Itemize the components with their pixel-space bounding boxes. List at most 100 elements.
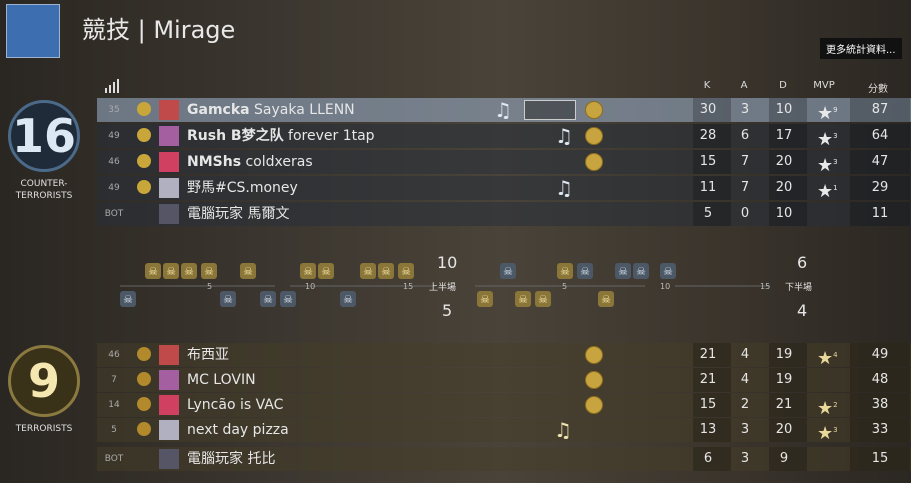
ct-logo-icon bbox=[6, 4, 60, 58]
stat-a: 3 bbox=[740, 451, 750, 466]
avatar[interactable] bbox=[159, 126, 179, 146]
player-name[interactable]: 布西亚 bbox=[187, 343, 229, 367]
round-win-icon: ☠ bbox=[201, 263, 217, 279]
stat-d: 20 bbox=[775, 154, 793, 169]
rank-badge-icon bbox=[137, 154, 151, 168]
rank-number: 14 bbox=[108, 400, 120, 410]
music-kit-icon: ♫ bbox=[555, 124, 573, 148]
round-win-icon: ☠ bbox=[557, 263, 573, 279]
tick-15-second: 15 bbox=[760, 282, 771, 291]
ct-score: 16 bbox=[8, 100, 80, 172]
stat-k: 15 bbox=[699, 397, 717, 412]
stat-d: 19 bbox=[775, 347, 793, 362]
player-name[interactable]: Rush B梦之队 forever 1tap bbox=[187, 124, 375, 148]
stat-score: 29 bbox=[871, 180, 889, 195]
rank-number: 49 bbox=[108, 131, 120, 141]
round-win-icon: ☠ bbox=[535, 291, 551, 307]
player-name[interactable]: MC LOVIN bbox=[187, 368, 256, 392]
player-name[interactable]: 電腦玩家 馬爾文 bbox=[187, 202, 289, 226]
player-name[interactable]: NMShs coldxeras bbox=[187, 150, 313, 174]
music-kit-icon: ♫ bbox=[494, 98, 512, 122]
player-name[interactable]: Lyncão is VAC bbox=[187, 393, 283, 417]
round-win-icon: ☠ bbox=[598, 291, 614, 307]
t-player-row[interactable]: 5 next day pizza 13 3 20 ★3 33 ♫ bbox=[97, 418, 911, 444]
tick-10: 10 bbox=[305, 282, 316, 291]
stat-k: 30 bbox=[699, 102, 717, 117]
music-kit-icon: ♫ bbox=[555, 176, 573, 200]
avatar[interactable] bbox=[159, 345, 179, 365]
stat-score: 49 bbox=[871, 347, 889, 362]
t-player-row[interactable]: 7 MC LOVIN 21 4 19 48 bbox=[97, 368, 911, 392]
stat-k: 21 bbox=[699, 347, 717, 362]
rank-number: 49 bbox=[108, 183, 120, 193]
first-half-ct-score: 10 bbox=[437, 253, 458, 272]
round-win-icon: ☠ bbox=[633, 263, 649, 279]
stat-score: 15 bbox=[871, 451, 889, 466]
rank-badge-icon bbox=[137, 128, 151, 142]
stat-d: 20 bbox=[775, 180, 793, 195]
avatar[interactable] bbox=[159, 449, 179, 469]
stat-a: 2 bbox=[740, 397, 750, 412]
col-score: 分數 bbox=[868, 84, 888, 95]
coin-icon bbox=[524, 100, 576, 120]
rank-badge-icon bbox=[137, 372, 151, 386]
round-win-icon: ☠ bbox=[318, 263, 334, 279]
round-timeline: 5 10 15 5 10 15 10 上半場 5 6 下半場 4 ☠ ☠ ☠ ☠ ☠ ☠ ☠… bbox=[115, 253, 835, 320]
ping-icon bbox=[104, 78, 120, 93]
ct-player-row[interactable]: 46 NMShs coldxeras 15 7 20 ★3 47 bbox=[97, 150, 911, 176]
avatar[interactable] bbox=[159, 178, 179, 198]
stat-a: 3 bbox=[740, 102, 750, 117]
stat-a: 7 bbox=[740, 154, 750, 169]
t-player-row[interactable]: 14 Lyncão is VAC 15 2 21 ★2 38 bbox=[97, 393, 911, 419]
avatar[interactable] bbox=[159, 420, 179, 440]
rank-number: 46 bbox=[108, 157, 120, 167]
ct-player-row[interactable]: 49 Rush B梦之队 forever 1tap 28 6 17 ★3 64 ♫ bbox=[97, 124, 911, 150]
avatar[interactable] bbox=[159, 395, 179, 415]
stat-d: 19 bbox=[775, 372, 793, 387]
ct-player-row[interactable]: 35 Gamcka Sayaka LLENN 30 3 10 ★9 87 ♫ bbox=[97, 98, 911, 124]
avatar[interactable] bbox=[159, 152, 179, 172]
rank-number: 5 bbox=[111, 425, 117, 435]
more-stats-button[interactable]: 更多統計資料... bbox=[820, 38, 902, 59]
ct-team-name: COUNTER- TERRORISTS bbox=[15, 179, 73, 201]
avatar[interactable] bbox=[159, 204, 179, 224]
stat-k: 5 bbox=[703, 206, 713, 221]
col-a: A bbox=[740, 80, 748, 91]
stat-a: 4 bbox=[740, 347, 750, 362]
t-player-row[interactable]: BOT 電腦玩家 托比 6 3 9 15 bbox=[97, 447, 911, 471]
rank-number: BOT bbox=[104, 209, 124, 219]
stat-k: 15 bbox=[699, 154, 717, 169]
player-name[interactable]: 野馬#CS.money bbox=[187, 176, 298, 200]
rank-badge-icon bbox=[137, 102, 151, 116]
mvp-star-icon: ★9 bbox=[817, 103, 838, 124]
tick-5: 5 bbox=[207, 282, 213, 291]
player-name[interactable]: 電腦玩家 托比 bbox=[187, 447, 275, 471]
mvp-star-icon: ★4 bbox=[817, 348, 838, 369]
t-score: 9 bbox=[8, 345, 80, 417]
avatar[interactable] bbox=[159, 100, 179, 120]
t-player-row[interactable]: 46 布西亚 21 4 19 ★4 49 bbox=[97, 343, 911, 369]
stat-d: 17 bbox=[775, 128, 793, 143]
avatar[interactable] bbox=[159, 370, 179, 390]
player-name[interactable]: next day pizza bbox=[187, 418, 289, 442]
round-win-icon: ☠ bbox=[240, 263, 256, 279]
rank-badge-icon bbox=[137, 397, 151, 411]
col-k: K bbox=[703, 80, 711, 91]
stat-d: 21 bbox=[775, 397, 793, 412]
stat-score: 38 bbox=[871, 397, 889, 412]
stat-d: 10 bbox=[775, 102, 793, 117]
stat-k: 6 bbox=[703, 451, 713, 466]
medal-icon bbox=[585, 396, 603, 414]
stat-k: 21 bbox=[699, 372, 717, 387]
tick-15: 15 bbox=[403, 282, 414, 291]
player-name[interactable]: Gamcka Sayaka LLENN bbox=[187, 98, 355, 122]
ct-player-row[interactable]: BOT 電腦玩家 馬爾文 5 0 10 11 bbox=[97, 202, 911, 226]
round-win-icon: ☠ bbox=[515, 291, 531, 307]
medal-icon bbox=[585, 101, 603, 119]
page-title: 競技 | Mirage bbox=[82, 16, 236, 44]
ct-player-row[interactable]: 49 野馬#CS.money 11 7 20 ★1 29 ♫ bbox=[97, 176, 911, 202]
round-win-icon: ☠ bbox=[660, 263, 676, 279]
second-half-t-score: 4 bbox=[797, 301, 808, 320]
medal-icon bbox=[585, 346, 603, 364]
stat-a: 7 bbox=[740, 180, 750, 195]
